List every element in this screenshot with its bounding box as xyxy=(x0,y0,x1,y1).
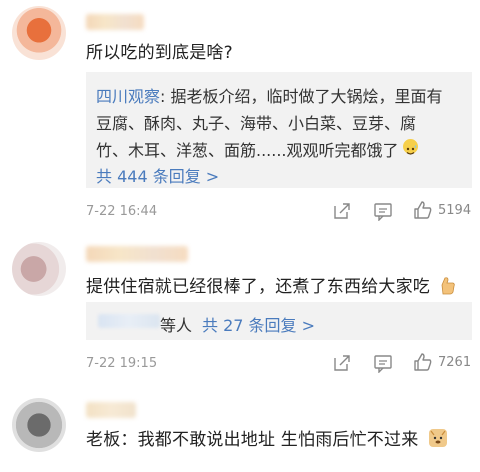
avatar[interactable] xyxy=(12,242,66,296)
reply-preview: 四川观察: 据老板介绍，临时做了大锅烩，里面有 豆腐、酥肉、丸子、海带、小白菜、… xyxy=(96,83,464,164)
reply-authors-suffix: 等人 xyxy=(160,316,193,335)
comment-icon xyxy=(374,355,392,373)
share-button[interactable] xyxy=(332,353,352,373)
comment-text: 提供住宿就已经很棒了，还煮了东西给大家吃 xyxy=(86,272,456,297)
view-replies-link[interactable]: 共 444 条回复 > xyxy=(96,163,219,187)
like-button[interactable]: 5194 xyxy=(413,200,471,220)
username-blurred[interactable] xyxy=(86,402,136,418)
like-button[interactable]: 7261 xyxy=(413,352,471,372)
sweat-smile-emoji xyxy=(402,139,418,155)
reply-box[interactable]: 等人 共 27 条回复 > xyxy=(86,302,472,340)
share-button[interactable] xyxy=(332,201,352,221)
username-blurred[interactable] xyxy=(86,246,188,262)
like-count: 5194 xyxy=(438,202,472,218)
thumbs-up-emoji xyxy=(441,277,455,295)
thumbs-up-icon xyxy=(414,353,432,371)
comment-text: 老板：我都不敢说出地址 生怕雨后忙不过来 xyxy=(86,425,448,450)
reply-line-1: : 据老板介绍，临时做了大锅烩，里面有 xyxy=(160,87,443,106)
comment-timestamp: 7-22 19:15 xyxy=(86,356,158,371)
comment-icon xyxy=(374,203,392,221)
avatar[interactable] xyxy=(12,398,66,452)
thumbs-up-icon xyxy=(414,201,432,219)
comment-button[interactable] xyxy=(373,354,393,373)
avatar[interactable] xyxy=(12,6,66,60)
reply-author-link[interactable]: 四川观察 xyxy=(96,87,160,106)
comment-3: 老板：我都不敢说出地址 生怕雨后忙不过来 xyxy=(0,392,480,472)
view-replies-link[interactable]: 共 27 条回复 > xyxy=(202,312,315,336)
comment-timestamp: 7-22 16:44 xyxy=(86,204,158,219)
like-count: 7261 xyxy=(438,354,472,370)
comment-button[interactable] xyxy=(373,202,393,221)
comment-1: 所以吃的到底是啥? 四川观察: 据老板介绍，临时做了大锅烩，里面有 豆腐、酥肉、… xyxy=(0,0,480,232)
comment-text-content: 老板：我都不敢说出地址 生怕雨后忙不过来 xyxy=(86,430,419,450)
comment-text: 所以吃的到底是啥? xyxy=(86,43,233,63)
comment-2: 提供住宿就已经很棒了，还煮了东西给大家吃 等人 共 27 条回复 > 7-22 … xyxy=(0,232,480,392)
reply-line-3: 竹、木耳、洋葱、面筋......观观听完都饿了 xyxy=(96,141,399,160)
comment-text-content: 提供住宿就已经很棒了，还煮了东西给大家吃 xyxy=(86,277,430,297)
doge-emoji xyxy=(429,429,448,447)
share-icon xyxy=(334,203,350,219)
reply-authors-blurred[interactable] xyxy=(98,314,160,328)
reply-line-2: 豆腐、酥肉、丸子、海带、小白菜、豆芽、腐 xyxy=(96,114,417,133)
share-icon xyxy=(334,355,350,371)
reply-box[interactable]: 四川观察: 据老板介绍，临时做了大锅烩，里面有 豆腐、酥肉、丸子、海带、小白菜、… xyxy=(86,72,472,188)
username-blurred[interactable] xyxy=(86,14,144,30)
